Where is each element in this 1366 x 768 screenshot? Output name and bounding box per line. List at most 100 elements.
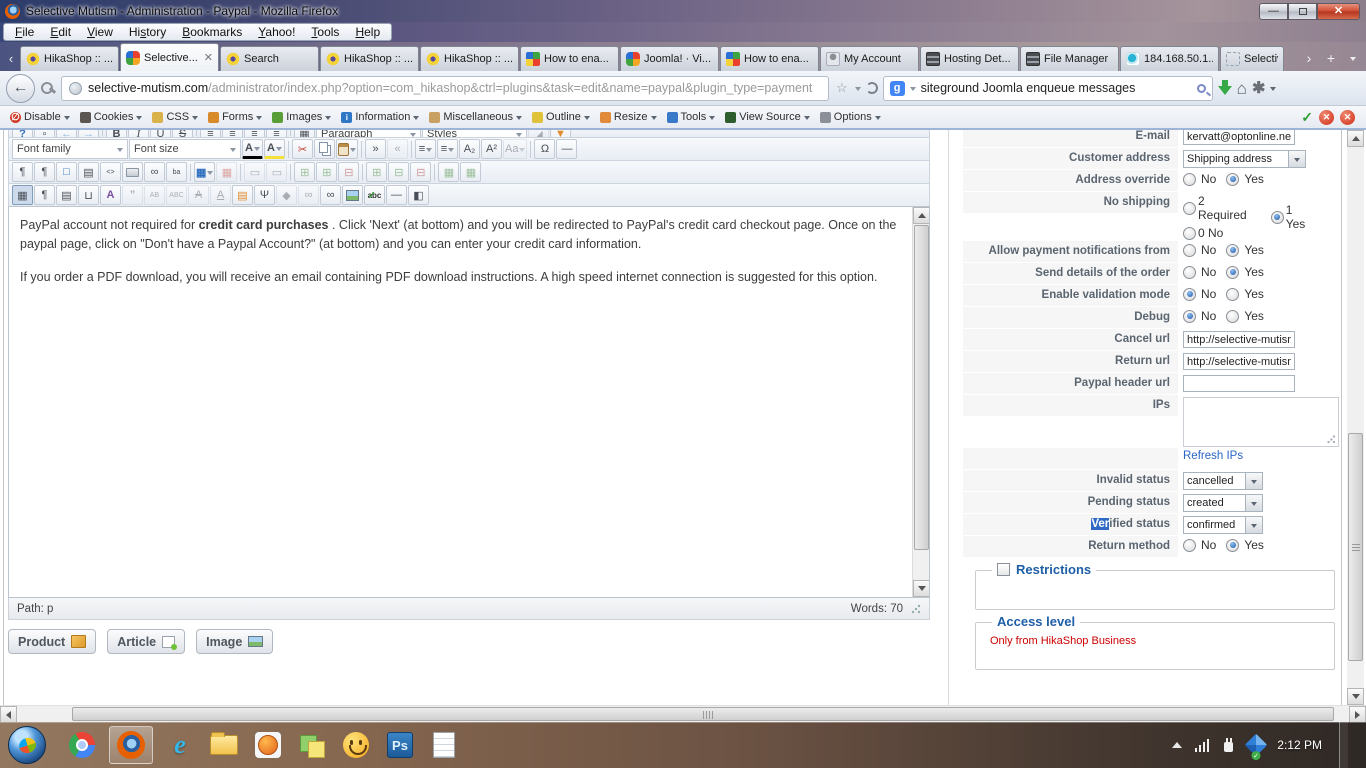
tab-scroll-left-button[interactable]: ‹ [2,45,20,71]
menu-bookmarks[interactable]: Bookmarks [174,25,250,39]
bookmark-star-icon[interactable]: ☆ [834,80,850,96]
addon-icon[interactable]: ✱ [1252,78,1265,98]
menu-yahoo[interactable]: Yahoo! [250,25,303,39]
overflow-chevron-icon[interactable] [1270,86,1277,94]
paypal-header-url-input[interactable] [1183,375,1295,392]
enable-validation-mode-radio-yes[interactable] [1226,287,1240,301]
undo-icon[interactable]: ← [56,130,77,137]
fullscreen-icon[interactable]: □ [56,162,77,182]
taskbar-notepad-icon[interactable] [427,726,461,764]
help-icon[interactable]: ? [12,130,33,137]
style-props-icon[interactable]: A [100,185,121,205]
minimize-button[interactable]: — [1259,3,1288,20]
taskbar-sticky-notes-icon[interactable] [295,726,329,764]
editor-scrollbar[interactable] [912,207,929,597]
cleanup-icon[interactable]: ◢ [528,130,549,137]
browser-tab[interactable]: Joomla! · Vi... [620,46,719,71]
close-button[interactable]: ✕ [1317,3,1360,20]
dev-menu-forms[interactable]: Forms [203,111,267,123]
browser-tab[interactable]: How to ena... [720,46,819,71]
row-properties-icon[interactable]: ▭ [244,162,266,182]
align-center-icon[interactable]: ≡ [222,130,243,137]
enable-validation-mode-radio-no[interactable] [1183,287,1196,301]
preview-icon[interactable]: ▤ [78,162,99,182]
address-override-radio-yes[interactable] [1226,172,1240,186]
refresh-ips-link[interactable]: Refresh IPs [1183,450,1243,462]
power-icon[interactable] [1222,737,1235,753]
back-button[interactable]: ← [6,73,35,103]
debug-radio-yes[interactable] [1226,309,1240,323]
taskbar-firefox-icon[interactable] [109,726,153,764]
redo-icon[interactable]: → [78,130,99,137]
browser-tab[interactable]: My Account [820,46,919,71]
html-source-icon[interactable]: <> [100,162,121,182]
cut-icon[interactable]: ✂ [292,139,313,159]
deletion-icon[interactable]: A [188,185,209,205]
cancel-url-input[interactable] [1183,331,1295,348]
paragraph-ltr-icon[interactable]: ¶ [12,162,33,182]
outdent-icon[interactable]: « [387,139,408,159]
no-shipping-radio-0no[interactable] [1183,226,1196,240]
dev-menu-disable[interactable]: ∅ Disable [5,111,75,123]
media-icon[interactable]: ◆ [276,185,297,205]
col-after-icon[interactable]: ⊟ [388,162,410,182]
new-tab-button[interactable]: + [1321,47,1341,69]
omega-icon[interactable]: Ω [534,139,556,159]
row-after-icon[interactable]: ⊞ [316,162,338,182]
scroll-left-button[interactable] [0,706,17,723]
browser-tab[interactable]: Hosting Det... [920,46,1019,71]
dev-menu-outline[interactable]: Outline [527,111,595,123]
font-family-select[interactable]: Font family [12,139,128,159]
send-details-of-the-order-radio-yes[interactable] [1226,265,1240,279]
abbreviation-icon[interactable]: AB [144,185,165,205]
tab-close-icon[interactable]: ✕ [204,51,213,64]
blockquote-icon[interactable]: ” [122,185,143,205]
scroll-right-button[interactable] [1349,706,1366,723]
error-icon[interactable]: ✕ [1340,109,1355,125]
nonbreaking-icon[interactable]: ⊔ [78,185,99,205]
no-shipping-radio-2required[interactable] [1183,201,1196,215]
tab-scroll-right-button[interactable]: › [1299,47,1319,69]
style-toggle-icon[interactable]: ▦ [294,130,315,137]
menu-edit[interactable]: Edit [42,25,79,39]
case-change-icon[interactable]: Aa [503,139,528,159]
restrictions-checkbox[interactable] [997,563,1010,576]
no-shipping-radio-1yes[interactable] [1270,210,1284,224]
error-icon[interactable]: ✕ [1319,109,1334,125]
visual-aid-icon[interactable]: ▦ [12,185,33,205]
taskbar-photoshop-icon[interactable]: Ps [383,726,417,764]
allow-payment-notifications-from-radio-no[interactable] [1183,243,1196,257]
dev-menu-cookies[interactable]: Cookies [75,111,148,123]
url-bar[interactable]: selective-mutism.com/administrator/index… [61,75,829,101]
underline-icon[interactable]: U [150,130,171,137]
dev-menu-tools[interactable]: Tools [662,111,721,123]
scrollbar-thumb[interactable] [914,225,929,550]
col-before-icon[interactable]: ⊞ [366,162,388,182]
styles-select[interactable]: Styles [422,130,527,137]
browser-tab[interactable]: HikaShop :: ... [20,46,119,71]
tray-expand-icon[interactable] [1171,737,1182,748]
find-replace-icon[interactable]: ba [166,162,187,182]
attributes-icon[interactable]: ▤ [232,185,253,205]
dev-menu-miscellaneous[interactable]: Miscellaneous [424,111,527,123]
dev-menu-css[interactable]: CSS [147,111,203,123]
strikethrough-icon[interactable]: S [172,130,193,137]
dropbox-icon[interactable] [1244,733,1268,757]
browser-tab[interactable]: HikaShop :: ... [420,46,519,71]
acronym-icon[interactable]: ABC [166,185,187,205]
insert-icon[interactable]: ▼ [550,130,571,137]
send-details-of-the-order-radio-no[interactable] [1183,265,1196,279]
tab-list-button[interactable] [1343,47,1363,69]
browser-tab[interactable]: Search [220,46,319,71]
menu-help[interactable]: Help [347,25,388,39]
editor-text-area[interactable]: PayPal account not required for credit c… [8,206,930,598]
layer-icon[interactable]: ◧ [408,185,429,205]
new-doc-icon[interactable]: ▫ [34,130,55,137]
cell-properties-icon[interactable]: ▭ [266,162,288,182]
browser-tab[interactable]: Selective... ✕ [120,43,219,71]
link-icon[interactable]: ∞ [320,185,341,205]
show-blocks-icon[interactable]: ¶ [34,185,55,205]
address-override-radio-no[interactable] [1183,172,1196,186]
url-dropdown-icon[interactable] [854,86,861,94]
reload-icon[interactable] [865,82,878,94]
